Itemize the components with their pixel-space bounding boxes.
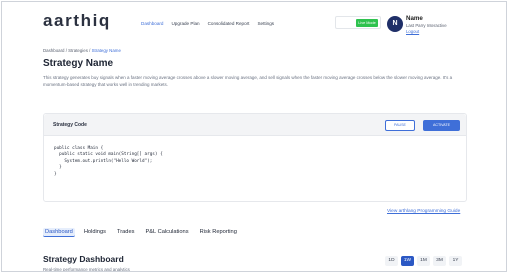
period-1d[interactable]: 1D [385, 256, 398, 266]
tab-risk-reporting[interactable]: Risk Reporting [198, 228, 239, 237]
nav-dashboard[interactable]: Dashboard [141, 21, 163, 26]
nav-settings[interactable]: Settings [257, 21, 274, 26]
live-mode-toggle[interactable]: Live Mode [335, 16, 381, 29]
tab-dashboard[interactable]: Dashboard [43, 228, 75, 237]
activate-button[interactable]: ACTIVATE [423, 120, 460, 131]
code-editor[interactable]: public class Main { public static void m… [54, 146, 163, 178]
breadcrumb: Dashboard / Strategies / Strategy Name [43, 48, 121, 53]
period-selector: 1D 1W 1M 3M 1Y [385, 256, 462, 266]
period-3m[interactable]: 3M [433, 256, 446, 266]
page-title: Strategy Name [43, 58, 114, 69]
tab-pl-calculations[interactable]: P&L Calculations [143, 228, 190, 237]
top-nav: Dashboard Upgrade Plan Consolidated Repo… [141, 21, 274, 26]
user-subtitle: Last Parry Interactive [406, 23, 447, 28]
programming-guide-link[interactable]: View arthlang Programming Guide [387, 209, 460, 214]
brand-logo[interactable]: aarthiq [43, 11, 111, 31]
tab-trades[interactable]: Trades [115, 228, 137, 237]
app-window: aarthiq Dashboard Upgrade Plan Consolida… [1, 1, 507, 272]
tab-holdings[interactable]: Holdings [82, 228, 108, 237]
breadcrumb-current: Strategy Name [91, 48, 121, 53]
period-1y[interactable]: 1Y [449, 256, 462, 266]
logout-link[interactable]: Logout [406, 29, 419, 34]
nav-upgrade-plan[interactable]: Upgrade Plan [171, 21, 199, 26]
avatar[interactable]: N [387, 16, 403, 32]
period-1w[interactable]: 1W [401, 256, 414, 266]
card-title: Strategy Code [53, 122, 87, 128]
toggle-on-label: Live Mode [356, 19, 378, 27]
breadcrumb-dashboard[interactable]: Dashboard [43, 48, 64, 53]
card-header: Strategy Code PAUSE ACTIVATE [44, 114, 466, 136]
page-description: This strategy generates buy signals when… [43, 75, 453, 87]
user-name: Name [406, 15, 423, 22]
dashboard-subtitle: Real-time performance metrics and analyt… [43, 267, 130, 272]
period-1m[interactable]: 1M [417, 256, 430, 266]
section-tabs: Dashboard Holdings Trades P&L Calculatio… [43, 228, 239, 237]
strategy-code-card: Strategy Code PAUSE ACTIVATE public clas… [43, 113, 467, 202]
dashboard-title: Strategy Dashboard [43, 254, 124, 264]
pause-button[interactable]: PAUSE [385, 120, 415, 131]
nav-consolidated-report[interactable]: Consolidated Report [208, 21, 250, 26]
breadcrumb-strategies[interactable]: Strategies [68, 48, 88, 53]
